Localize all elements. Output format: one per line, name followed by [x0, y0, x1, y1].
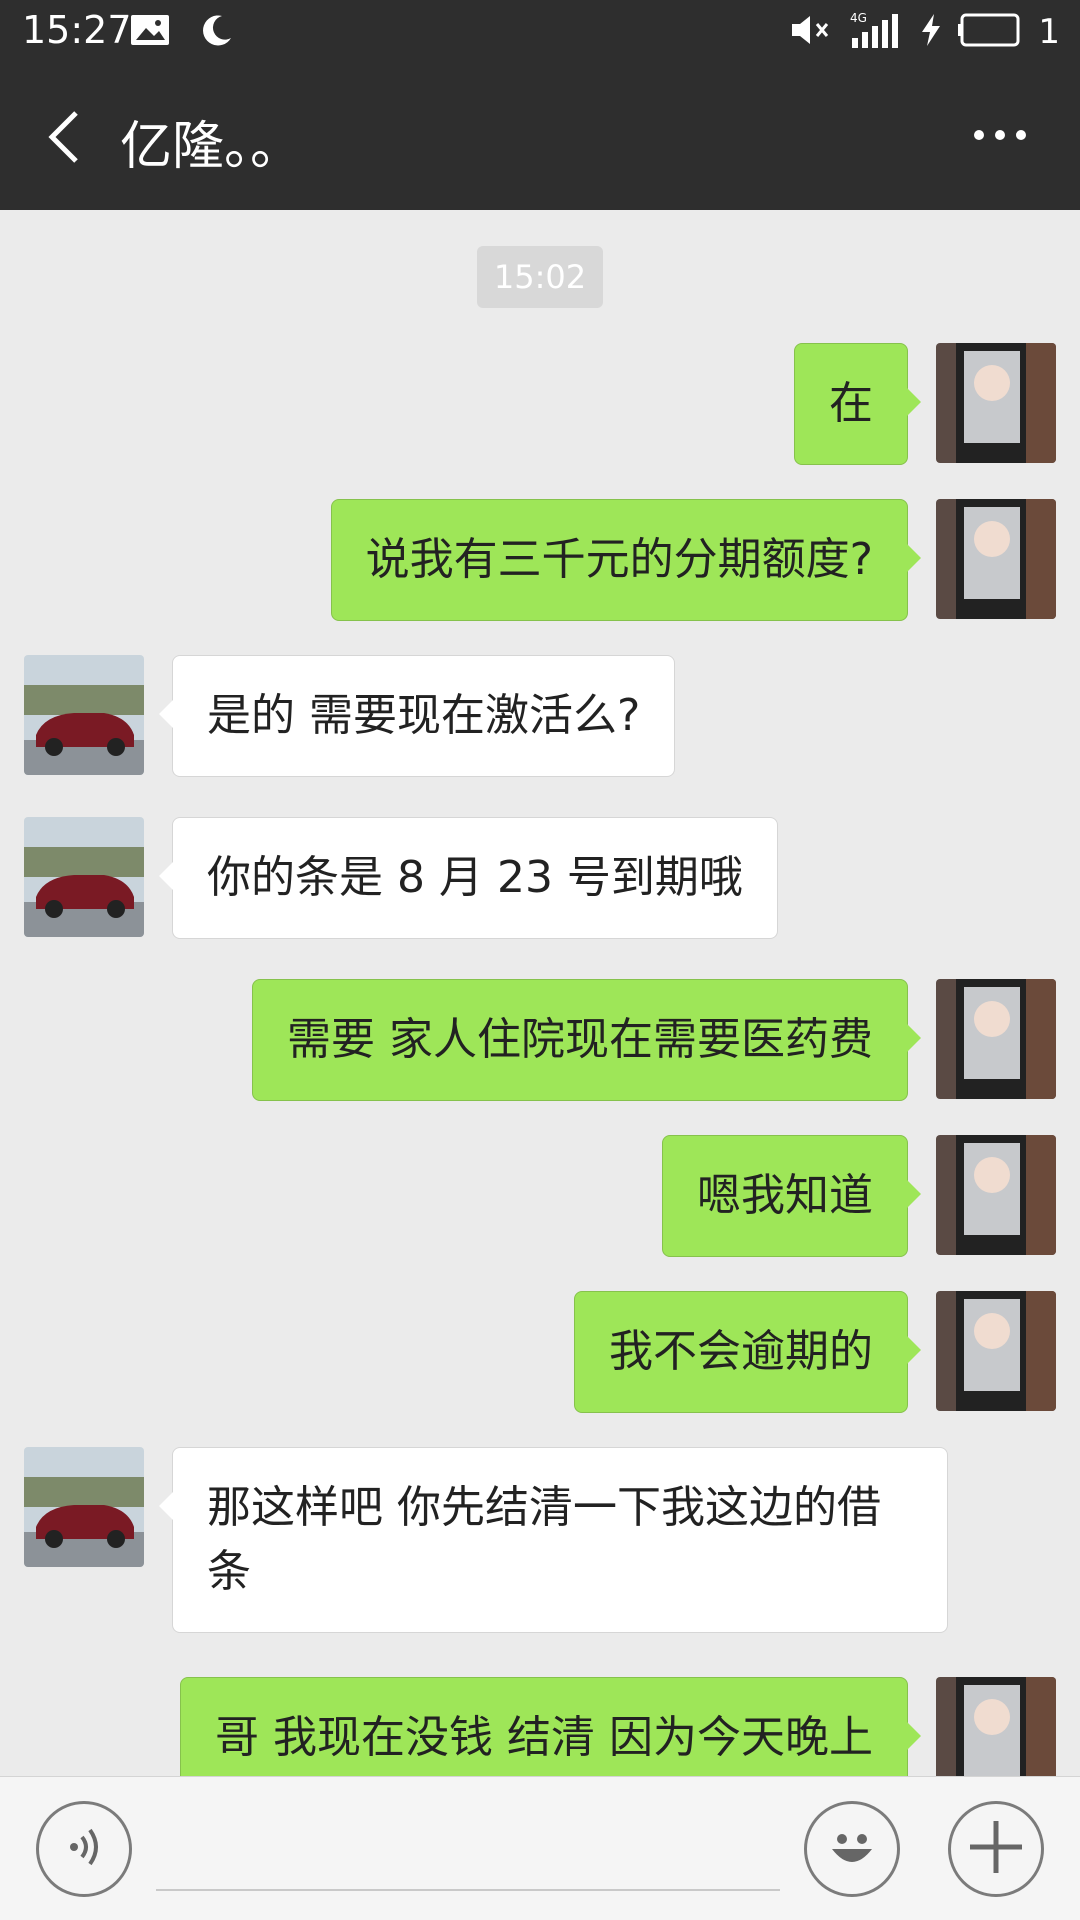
avatar[interactable]: [24, 655, 144, 775]
image-icon: [130, 14, 170, 50]
emoji-icon: [820, 1815, 884, 1883]
avatar[interactable]: [24, 817, 144, 937]
sent-bubble[interactable]: 我不会逾期的: [574, 1291, 921, 1413]
battery-icon: [958, 13, 1022, 51]
chat-area[interactable]: 15:02 在 说我有三千元的分期额度? 是的 需要现在激活么? 你的条是 8 …: [0, 210, 1080, 1776]
avatar[interactable]: [24, 1447, 144, 1567]
status-time: 15:27: [22, 8, 132, 52]
avatar[interactable]: [936, 1291, 1056, 1411]
message-input[interactable]: [156, 1811, 780, 1891]
voice-icon: [64, 1825, 104, 1873]
more-icon: [973, 126, 1027, 145]
avatar[interactable]: [936, 1135, 1056, 1255]
back-arrow-icon: [46, 109, 82, 169]
chat-title: 亿隆。。: [120, 117, 303, 177]
back-button[interactable]: [36, 104, 92, 174]
battery-level: 1: [1038, 12, 1060, 52]
sent-bubble[interactable]: 需要 家人住院现在需要医药费: [252, 979, 921, 1101]
input-bar: [0, 1776, 1080, 1920]
sent-bubble[interactable]: 在: [794, 343, 921, 465]
received-bubble[interactable]: 你的条是 8 月 23 号到期哦: [159, 817, 778, 939]
voice-button[interactable]: [36, 1801, 132, 1897]
moon-icon: [198, 12, 234, 52]
sent-bubble[interactable]: 说我有三千元的分期额度?: [330, 499, 922, 621]
received-bubble[interactable]: 是的 需要现在激活么?: [158, 655, 676, 777]
charging-icon: [920, 12, 942, 52]
mute-icon: [790, 12, 832, 52]
svg-text:4G: 4G: [850, 11, 867, 25]
received-bubble[interactable]: 那这样吧 你先结清一下我这边的借条: [159, 1447, 948, 1633]
avatar[interactable]: [936, 979, 1056, 1099]
signal-icon: 4G: [848, 10, 904, 54]
title-bar: 亿隆。。: [0, 64, 1080, 210]
avatar[interactable]: [936, 499, 1056, 619]
plus-icon: [966, 1817, 1026, 1881]
avatar[interactable]: [936, 1677, 1056, 1776]
status-bar: 15:27 4G 1: [0, 0, 1080, 64]
message-timestamp: 15:02: [477, 246, 603, 308]
sent-bubble[interactable]: 哥 我现在没钱 结清 因为今天晚上: [180, 1677, 921, 1776]
status-right: 4G 1: [790, 10, 1060, 54]
emoji-button[interactable]: [804, 1801, 900, 1897]
sent-bubble[interactable]: 嗯我知道: [662, 1135, 921, 1257]
more-button[interactable]: [960, 110, 1040, 160]
avatar[interactable]: [936, 343, 1056, 463]
plus-button[interactable]: [948, 1801, 1044, 1897]
status-left-icons: [130, 12, 234, 52]
